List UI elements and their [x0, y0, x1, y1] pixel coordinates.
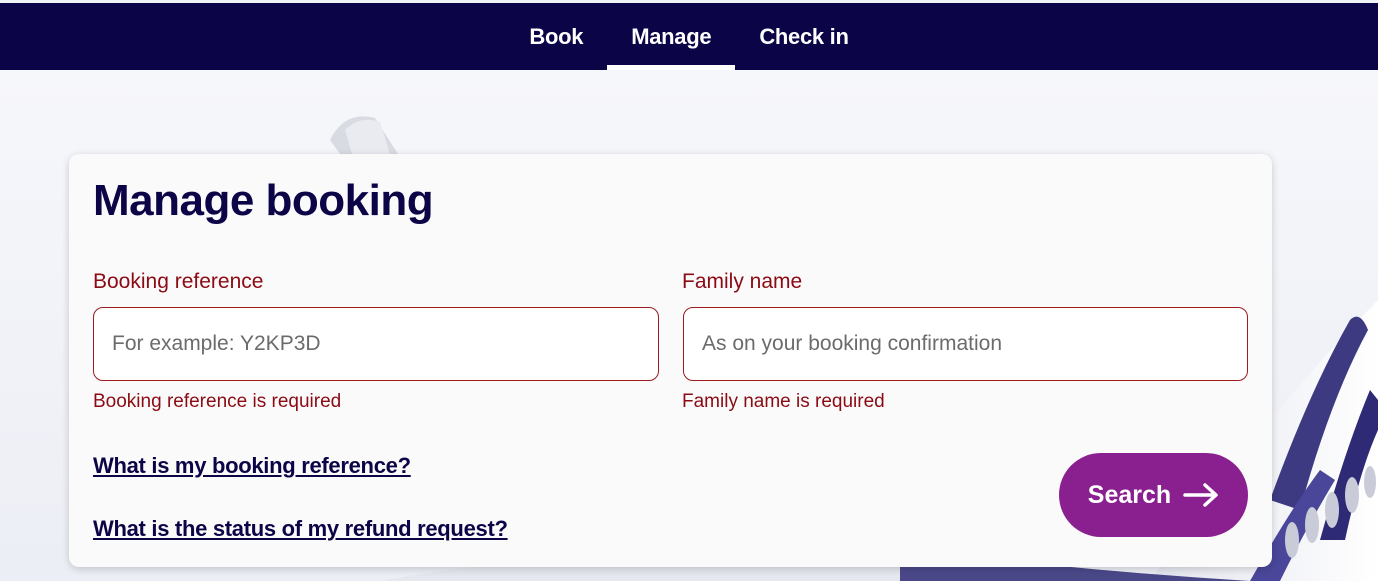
booking-reference-label: Booking reference [93, 270, 264, 293]
booking-reference-input[interactable] [93, 307, 659, 381]
manage-booking-card: Manage booking Booking reference Booking… [69, 154, 1272, 567]
page-title: Manage booking [93, 176, 434, 225]
top-navigation-bar: Book Manage Check in [0, 3, 1378, 70]
tab-book-label: Book [529, 23, 584, 49]
tab-check-in-label: Check in [759, 23, 849, 49]
tab-check-in[interactable]: Check in [735, 3, 872, 70]
tab-manage[interactable]: Manage [607, 3, 736, 70]
search-button-label: Search [1087, 480, 1172, 509]
refund-status-link[interactable]: What is the status of my refund request? [93, 516, 508, 542]
tab-manage-label: Manage [631, 23, 712, 49]
booking-reference-help-link[interactable]: What is my booking reference? [93, 453, 411, 479]
family-name-label: Family name [682, 270, 803, 293]
family-name-input[interactable] [683, 307, 1248, 381]
tab-book[interactable]: Book [505, 3, 607, 70]
search-button[interactable]: Search [1059, 453, 1248, 537]
arrow-right-icon [1183, 483, 1218, 507]
nav-tabs: Book Manage Check in [0, 3, 1378, 70]
booking-reference-error: Booking reference is required [93, 391, 342, 412]
family-name-error: Family name is required [682, 391, 885, 412]
